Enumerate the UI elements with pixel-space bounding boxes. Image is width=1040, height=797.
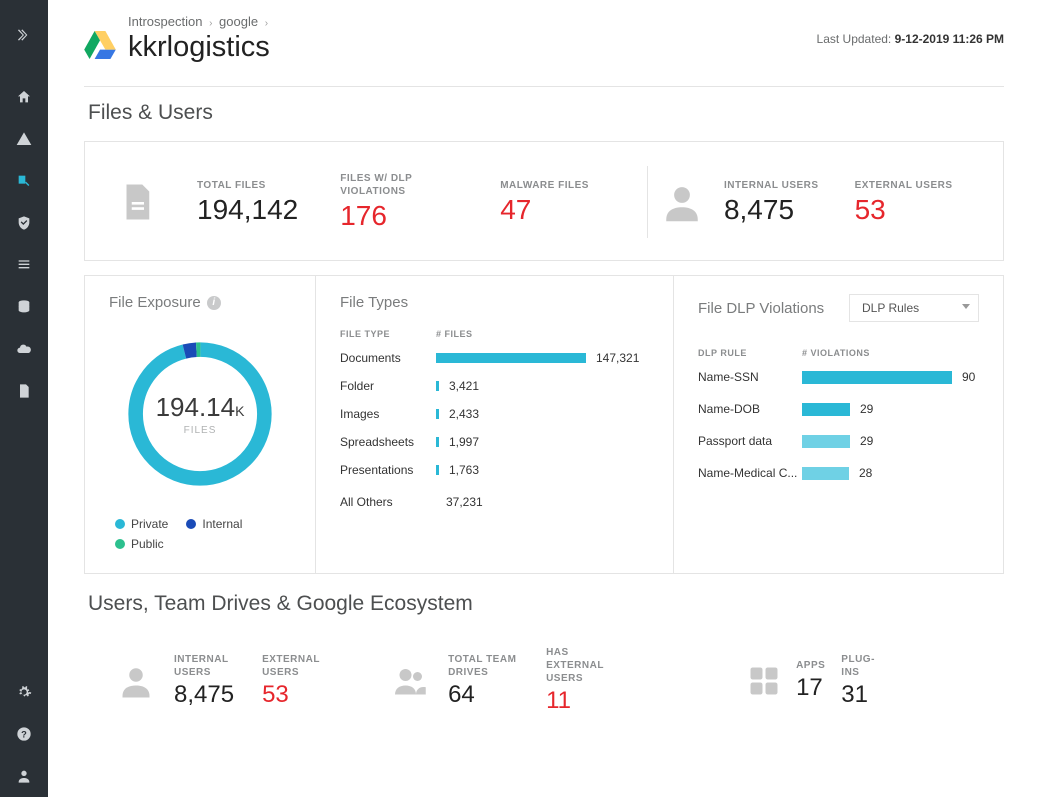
database-icon[interactable] (14, 297, 34, 317)
chevron-down-icon (962, 304, 970, 309)
stat2-internal-users: INTERNAL USERS 8,475 (160, 653, 248, 709)
stat2-external-users: EXTERNAL USERS 53 (248, 653, 336, 709)
stat2-has-external: HAS EXTERNAL USERS 11 (532, 646, 640, 715)
file-icon (113, 178, 161, 226)
file-exposure-panel: File Exposure i 194.14K FILES Private Int… (85, 276, 315, 573)
donut-chart: 194.14K FILES (115, 329, 285, 499)
dlp-panel: File DLP Violations DLP Rules DLP RULE# … (673, 276, 1003, 573)
cloud-icon[interactable] (14, 339, 34, 359)
stat-dlp-violations: FILES W/ DLP VIOLATIONS 176 (322, 172, 448, 232)
file-types-panel: File Types FILE TYPE# FILES Documents147… (315, 276, 673, 573)
file-type-row: Folder3,421 (340, 379, 649, 393)
file-exposure-title: File Exposure i (109, 294, 291, 311)
dlp-row: Name-Medical C...28 (698, 466, 979, 480)
section-users-drives: Users, Team Drives & Google Ecosystem (88, 592, 1004, 616)
introspection-icon[interactable] (14, 171, 34, 191)
expand-icon[interactable] (14, 25, 34, 45)
breadcrumb-2[interactable]: google (219, 14, 258, 29)
info-icon[interactable]: i (207, 296, 221, 310)
bottom-stats: INTERNAL USERS 8,475 EXTERNAL USERS 53 T… (84, 632, 1004, 715)
user-icon-3 (112, 657, 160, 705)
user-icon-2 (658, 178, 706, 226)
stat2-total-drives: TOTAL TEAM DRIVES 64 (434, 653, 532, 709)
stat-malware: MALWARE FILES 47 (448, 179, 607, 226)
google-drive-icon (84, 31, 116, 64)
breadcrumb[interactable]: Introspection › google › (128, 14, 271, 29)
stat-external-users: EXTERNAL USERS 53 (837, 179, 971, 226)
panel-row: File Exposure i 194.14K FILES Private Int… (84, 275, 1004, 574)
donut-legend: Private Internal Public (115, 517, 291, 551)
user-icon[interactable] (14, 766, 34, 786)
stat2-plugins: PLUG-INS 31 (833, 653, 889, 709)
dlp-rules-select[interactable]: DLP Rules (849, 294, 979, 322)
home-icon[interactable] (14, 87, 34, 107)
report-icon[interactable] (14, 381, 34, 401)
file-type-row: Images2,433 (340, 407, 649, 421)
file-types-title: File Types (340, 294, 649, 311)
file-type-row: Presentations1,763 (340, 463, 649, 477)
last-updated: Last Updated: 9-12-2019 11:26 PM (817, 32, 1004, 46)
list-icon[interactable] (14, 255, 34, 275)
top-stats-card: TOTAL FILES 194,142 FILES W/ DLP VIOLATI… (84, 141, 1004, 261)
stat2-apps: APPS 17 (788, 659, 833, 702)
help-icon[interactable]: ? (14, 724, 34, 744)
alert-icon[interactable] (14, 129, 34, 149)
left-nav-rail: ? (0, 0, 48, 797)
legend-item: Internal (186, 517, 242, 531)
dlp-row: Name-SSN90 (698, 370, 979, 384)
settings-icon[interactable] (14, 682, 34, 702)
stat-total-files: TOTAL FILES 194,142 (161, 179, 322, 226)
legend-item: Private (115, 517, 168, 531)
stat-internal-users: INTERNAL USERS 8,475 (706, 179, 837, 226)
file-type-row: Documents147,321 (340, 351, 649, 365)
legend-item: Public (115, 537, 164, 551)
donut-value: 194.14K (156, 392, 245, 423)
dlp-row: Passport data29 (698, 434, 979, 448)
file-type-row: All Others37,231 (340, 495, 649, 509)
dlp-title: File DLP Violations (698, 300, 824, 317)
svg-text:?: ? (21, 729, 27, 739)
page-title: kkrlogistics (128, 31, 270, 64)
shield-icon[interactable] (14, 213, 34, 233)
breadcrumb-1[interactable]: Introspection (128, 14, 202, 29)
section-files-users: Files & Users (88, 101, 1004, 125)
file-type-row: Spreadsheets1,997 (340, 435, 649, 449)
main-content: Introspection › google › kkrlogistics La… (48, 0, 1040, 797)
divider (84, 86, 1004, 87)
apps-grid-icon (740, 657, 788, 705)
dlp-row: Name-DOB29 (698, 402, 979, 416)
users-group-icon (386, 657, 434, 705)
